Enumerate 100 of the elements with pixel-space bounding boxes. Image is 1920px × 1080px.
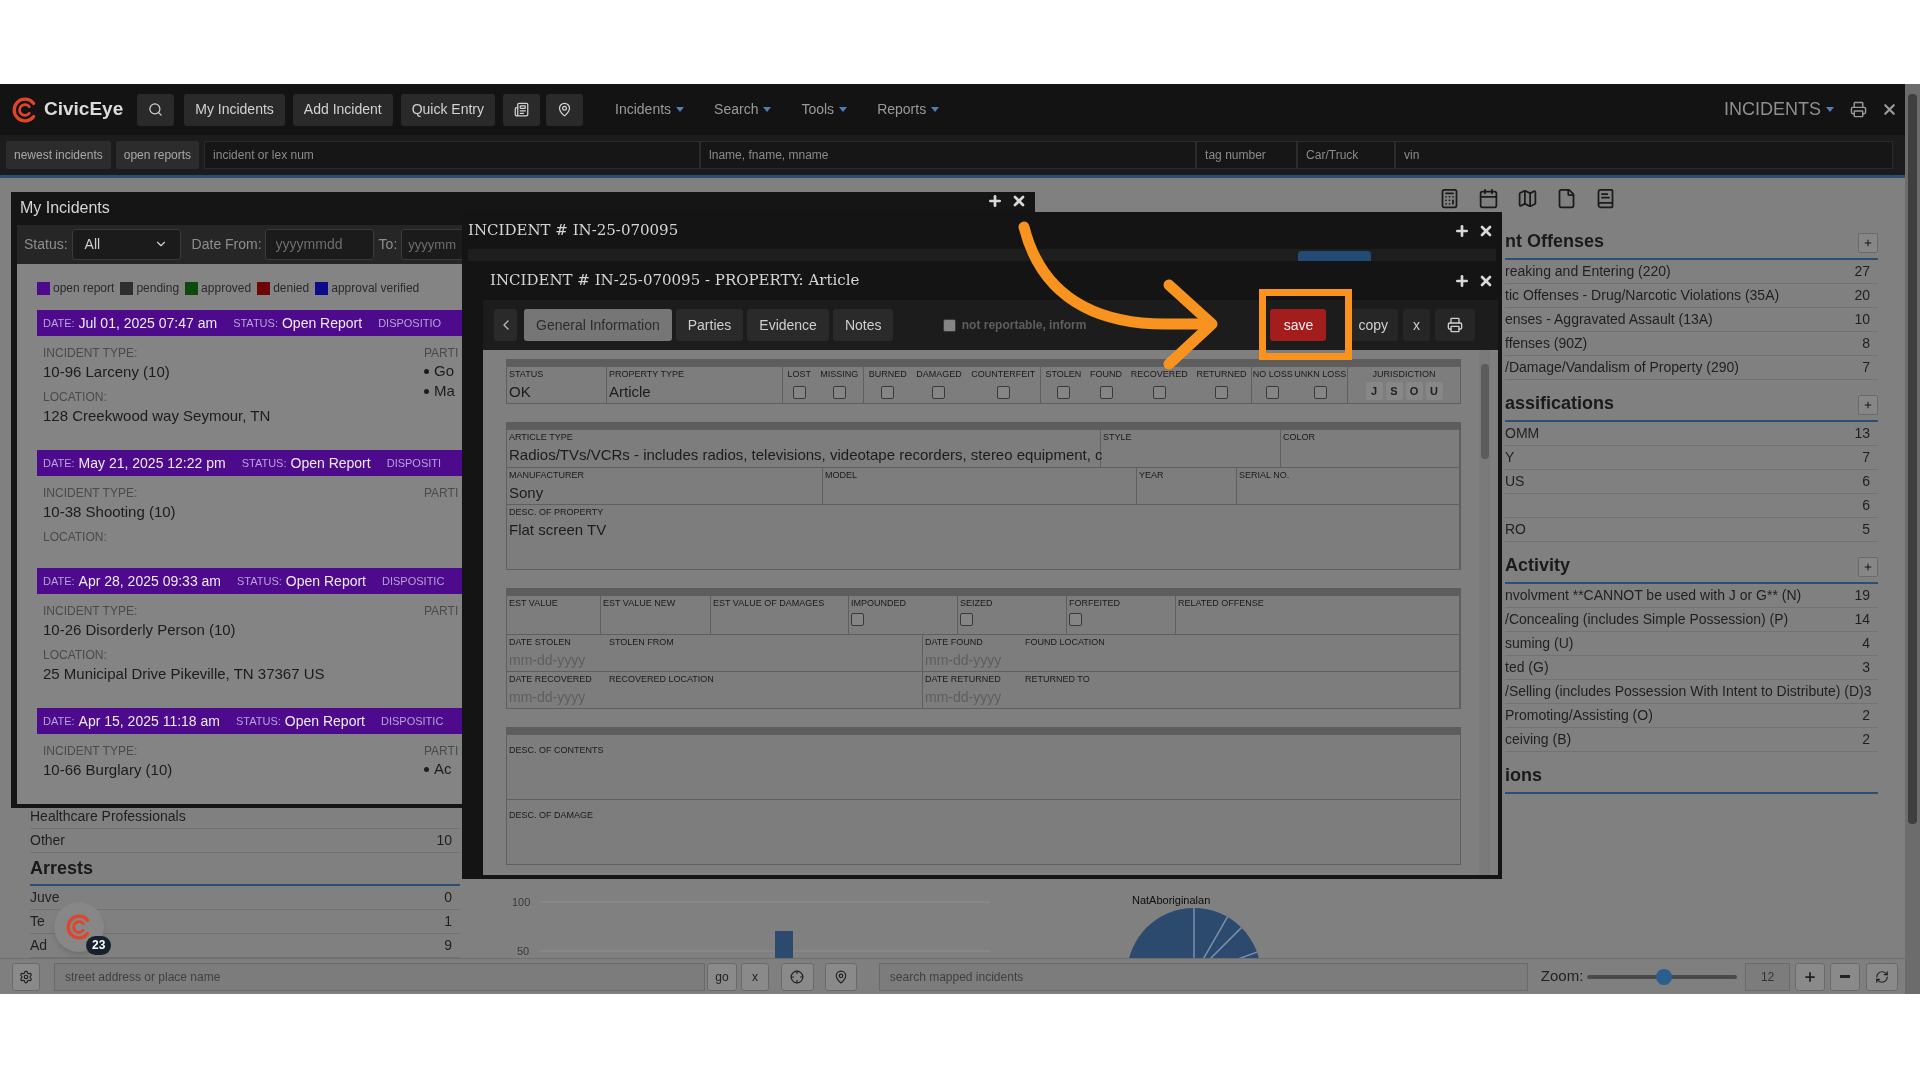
checkbox[interactable] (792, 386, 806, 399)
jurisdiction-option[interactable]: U (1425, 382, 1443, 400)
field-label: PARTI (424, 345, 460, 361)
form-field[interactable]: MANUFACTURER Sony (507, 468, 823, 504)
tab[interactable]: General Information (524, 309, 672, 341)
search-field[interactable]: incident or lex num (204, 141, 701, 169)
calendar-icon[interactable] (1478, 188, 1499, 209)
checkbox[interactable] (996, 386, 1010, 399)
search-field[interactable]: Car/Truck (1297, 141, 1396, 169)
nav-menu[interactable]: Reports (867, 93, 950, 126)
incident-header[interactable]: DATE: May 21, 2025 12:22 pm STATUS: Open Report DISPOSITI (37, 450, 462, 476)
stat-count: 3 (1862, 658, 1871, 677)
form-field[interactable]: STYLE (1101, 430, 1281, 467)
print-icon[interactable] (1850, 101, 1867, 118)
checkbox[interactable] (1266, 386, 1280, 399)
checkbox[interactable] (960, 613, 973, 626)
map-pin-button[interactable] (824, 962, 857, 991)
nav-button[interactable]: My Incidents (184, 93, 285, 126)
checkbox[interactable] (1099, 386, 1113, 399)
tab[interactable]: Notes (832, 309, 894, 341)
map-icon[interactable] (1517, 188, 1538, 209)
search-button[interactable] (137, 93, 175, 126)
checkbox[interactable] (1056, 386, 1070, 399)
print-button[interactable] (1435, 309, 1475, 341)
form-field[interactable]: EST VALUE NEW (601, 596, 711, 634)
text-area-field[interactable]: DESC. OF CONTENTS (507, 735, 1460, 800)
tab[interactable]: Evidence (747, 309, 829, 341)
page-scrollbar[interactable] (1905, 84, 1920, 994)
checkbox[interactable] (942, 318, 956, 332)
incident-date: Apr 28, 2025 09:33 am (78, 571, 221, 591)
go-button[interactable]: go (707, 962, 737, 991)
status-select[interactable]: All (71, 228, 181, 260)
incident-header[interactable]: DATE: Apr 15, 2025 11:18 am STATUS: Open Report DISPOSITIC (37, 708, 462, 734)
form-field[interactable]: EST VALUE OF DAMAGES (711, 596, 849, 634)
nav-menu[interactable]: Tools (791, 93, 858, 126)
jurisdiction-option[interactable]: J (1365, 382, 1383, 400)
settings-button[interactable] (12, 962, 40, 991)
add-icon[interactable] (987, 193, 1003, 210)
form-field[interactable]: DESC. OF PROPERTY Flat screen TV (507, 505, 1460, 569)
expand-button[interactable] (1858, 233, 1878, 253)
jurisdiction-option[interactable]: S (1385, 382, 1403, 400)
list-button[interactable] (503, 93, 541, 126)
form-field[interactable]: SERIAL NO. (1237, 468, 1460, 504)
checkbox[interactable] (832, 386, 846, 399)
scrollbar[interactable] (1479, 350, 1490, 875)
checkbox[interactable] (932, 386, 946, 399)
form-field[interactable]: ARTICLE TYPE Radios/TVs/VCRs - includes radios, televisions, videotape recorders, stereo equipment, c (507, 430, 1101, 467)
close-icon[interactable] (1881, 101, 1898, 118)
form-field[interactable]: RELATED OFFENSE (1176, 596, 1460, 634)
map-pin-button[interactable] (546, 93, 584, 126)
add-icon[interactable] (1454, 222, 1470, 239)
locate-button[interactable] (780, 962, 814, 991)
date-from-field[interactable]: yyyymmdd (264, 228, 374, 260)
form-field[interactable]: STATUS OK (507, 367, 607, 403)
jurisdiction-option[interactable]: O (1405, 382, 1423, 400)
expand-button[interactable] (1858, 557, 1878, 577)
module-menu[interactable]: INCIDENTS (1724, 96, 1834, 123)
zoom-slider-thumb[interactable] (1655, 968, 1672, 985)
checkbox[interactable] (1152, 386, 1166, 399)
incident-search-field[interactable]: search mapped incidents (878, 962, 1528, 991)
section-heading: assifications (1505, 392, 1615, 415)
action-button[interactable]: save (1270, 309, 1327, 341)
nav-menu[interactable]: Search (704, 93, 782, 126)
nav-button[interactable]: Add Incident (292, 93, 393, 126)
form-field[interactable]: COLOR (1281, 430, 1460, 467)
window-title: My Incidents (20, 198, 110, 219)
form-field[interactable]: PROPERTY TYPE Article (607, 367, 783, 403)
back-button[interactable] (494, 309, 517, 341)
refresh-button[interactable] (1866, 962, 1898, 991)
checkbox[interactable] (881, 386, 895, 399)
nav-button[interactable]: Quick Entry (400, 93, 496, 126)
address-field[interactable]: street address or place name (53, 962, 705, 991)
checkbox[interactable] (1215, 386, 1229, 399)
zoom-field[interactable]: 12 (1745, 962, 1791, 991)
search-field[interactable]: lname, fname, mname (700, 141, 1197, 169)
form-field[interactable]: YEAR (1137, 468, 1237, 504)
document-icon[interactable] (1556, 188, 1577, 209)
checkbox[interactable] (1069, 613, 1082, 626)
add-icon[interactable] (1454, 272, 1470, 289)
tab[interactable]: Parties (675, 309, 744, 341)
checkbox[interactable] (851, 613, 864, 626)
checkbox[interactable] (1313, 386, 1327, 399)
nav-menu[interactable]: Incidents (605, 93, 695, 126)
form-field[interactable]: MODEL (823, 468, 1137, 504)
quick-filter-button[interactable]: newest incidents (6, 141, 111, 169)
book-icon[interactable] (1595, 188, 1616, 209)
incident-header[interactable]: DATE: Jul 01, 2025 07:47 am STATUS: Open Report DISPOSITIO (37, 310, 462, 336)
zoom-out-button[interactable] (1830, 962, 1860, 991)
date-to-field[interactable]: yyyymm (401, 228, 464, 260)
text-area-field[interactable]: DESC. OF DAMAGE (507, 800, 1460, 865)
quick-filter-button[interactable]: open reports (115, 141, 200, 169)
form-field[interactable]: EST VALUE (507, 596, 601, 634)
clear-button[interactable]: x (740, 962, 769, 991)
action-button[interactable]: x (1403, 309, 1430, 341)
calculator-icon[interactable] (1439, 188, 1460, 209)
zoom-in-button[interactable] (1795, 962, 1826, 991)
incident-header[interactable]: DATE: Apr 28, 2025 09:33 am STATUS: Open Report DISPOSITIC (37, 568, 462, 594)
search-field[interactable]: vin (1395, 141, 1894, 169)
search-field[interactable]: tag number (1196, 141, 1298, 169)
expand-button[interactable] (1858, 395, 1878, 415)
